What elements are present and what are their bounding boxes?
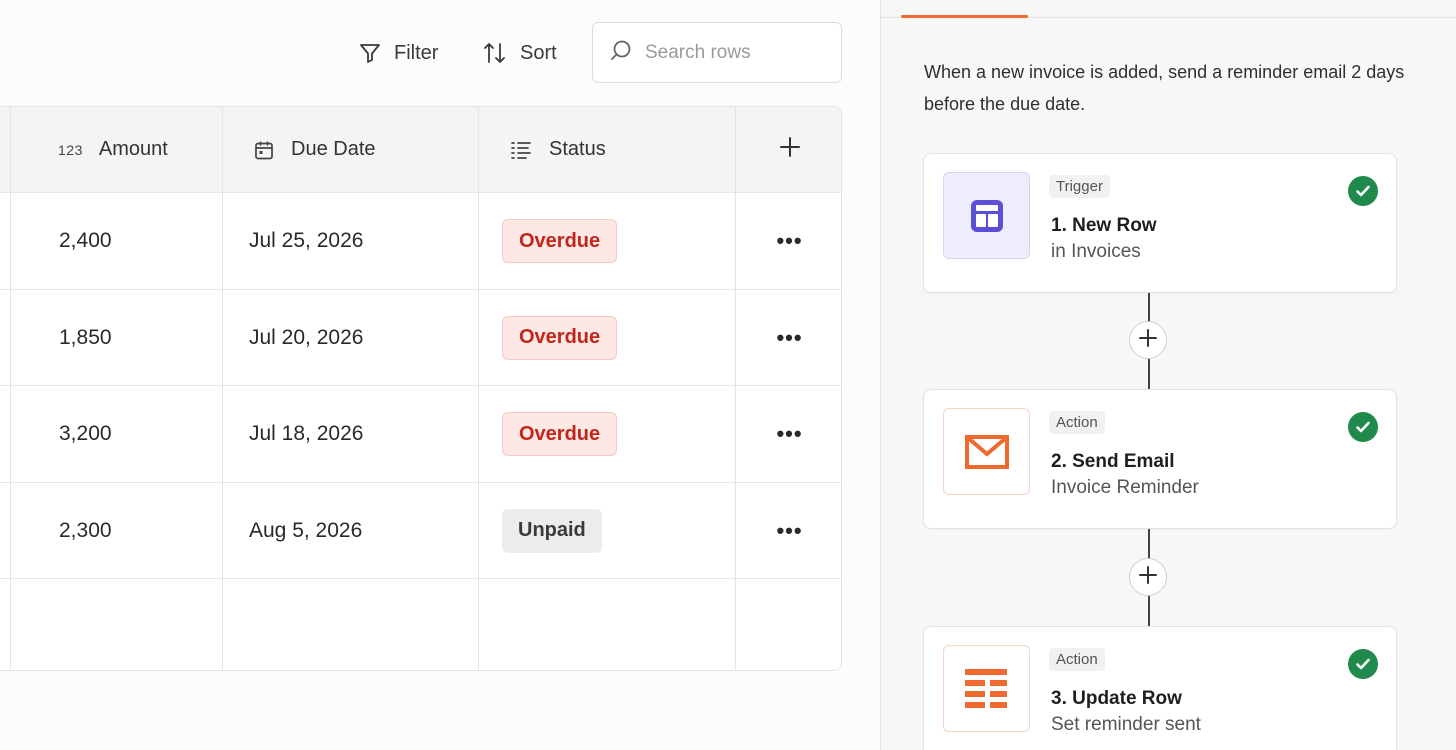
step-type-badge: Trigger xyxy=(1049,175,1110,198)
plus-icon xyxy=(779,136,801,163)
workflow-step-send-email[interactable]: Action 2. Send Email Invoice Reminder xyxy=(923,389,1397,529)
row-menu-icon[interactable]: ••• xyxy=(776,519,802,542)
due-date-cell: Aug 5, 2026 xyxy=(249,518,363,542)
step-title: 3. Update Row xyxy=(1051,688,1182,709)
list-icon xyxy=(509,139,533,161)
column-label: Due Date xyxy=(291,138,376,160)
table-row[interactable]: 2,400 Jul 25, 2026 Overdue ••• xyxy=(0,193,841,290)
status-badge: Overdue xyxy=(502,315,618,360)
status-badge: Overdue xyxy=(502,412,618,456)
sort-label: Sort xyxy=(520,41,557,64)
filter-icon xyxy=(358,41,382,65)
invoice-table: 123 Amount Due Date Status 2,400 Jul 25,… xyxy=(0,106,842,671)
step-type-badge: Action xyxy=(1049,411,1105,434)
amount-cell: 2,300 xyxy=(59,518,112,542)
column-label: Amount xyxy=(98,138,168,160)
empty-table-row[interactable] xyxy=(0,579,841,670)
amount-cell: 1,850 xyxy=(59,325,112,349)
workflow-step-update-row[interactable]: Action 3. Update Row Set reminder sent xyxy=(923,626,1397,750)
status-badge: Unpaid xyxy=(502,508,602,553)
check-icon xyxy=(1348,649,1378,679)
plus-icon xyxy=(1138,565,1158,590)
step-subtitle: Invoice Reminder xyxy=(1051,477,1199,498)
table-row[interactable]: 2,300 Aug 5, 2026 Unpaid ••• xyxy=(0,483,841,579)
calendar-icon xyxy=(253,139,275,161)
column-header-status[interactable]: Status xyxy=(479,107,736,192)
search-icon xyxy=(609,38,633,67)
filter-label: Filter xyxy=(394,41,439,64)
row-menu-icon[interactable]: ••• xyxy=(776,230,802,252)
step-title: 2. Send Email xyxy=(1051,451,1175,472)
step-subtitle: in Invoices xyxy=(1051,241,1141,262)
step-title: 1. New Row xyxy=(1051,215,1157,236)
number-icon: 123 xyxy=(58,141,83,158)
plus-icon xyxy=(1138,328,1158,353)
due-date-cell: Jul 20, 2026 xyxy=(249,325,364,349)
status-badge: Overdue xyxy=(502,219,618,263)
step-subtitle: Set reminder sent xyxy=(1051,714,1201,735)
due-date-cell: Jul 18, 2026 xyxy=(249,422,364,445)
table-header-row: 123 Amount Due Date Status xyxy=(0,107,841,193)
amount-cell: 3,200 xyxy=(59,422,112,445)
column-header-amount[interactable]: 123 Amount xyxy=(11,107,223,192)
table-icon xyxy=(943,172,1030,259)
check-icon xyxy=(1348,176,1378,206)
row-menu-icon[interactable]: ••• xyxy=(776,423,802,445)
mail-icon xyxy=(943,408,1030,495)
check-icon xyxy=(1348,412,1378,442)
update-row-icon xyxy=(943,645,1030,732)
step-type-badge: Action xyxy=(1049,648,1105,671)
workflow-step-trigger[interactable]: Trigger 1. New Row in Invoices xyxy=(923,153,1397,293)
due-date-cell: Jul 25, 2026 xyxy=(249,229,364,252)
add-step-button[interactable] xyxy=(1129,558,1167,596)
search-box[interactable] xyxy=(592,22,842,83)
add-step-button[interactable] xyxy=(1129,321,1167,359)
sort-button[interactable]: Sort xyxy=(482,38,557,68)
automation-description: When a new invoice is added, send a remi… xyxy=(924,62,1405,114)
column-label: Status xyxy=(549,138,606,160)
search-input[interactable] xyxy=(645,41,825,64)
filter-button[interactable]: Filter xyxy=(358,38,438,68)
column-header-due-date[interactable]: Due Date xyxy=(223,107,479,192)
row-menu-icon[interactable]: ••• xyxy=(776,326,802,349)
amount-cell: 2,400 xyxy=(59,229,112,252)
table-row[interactable]: 1,850 Jul 20, 2026 Overdue ••• xyxy=(0,290,841,386)
add-column-button[interactable] xyxy=(736,107,841,192)
active-tab-indicator[interactable] xyxy=(901,15,1028,18)
sort-icon xyxy=(482,40,508,66)
table-row[interactable]: 3,200 Jul 18, 2026 Overdue ••• xyxy=(0,386,841,483)
